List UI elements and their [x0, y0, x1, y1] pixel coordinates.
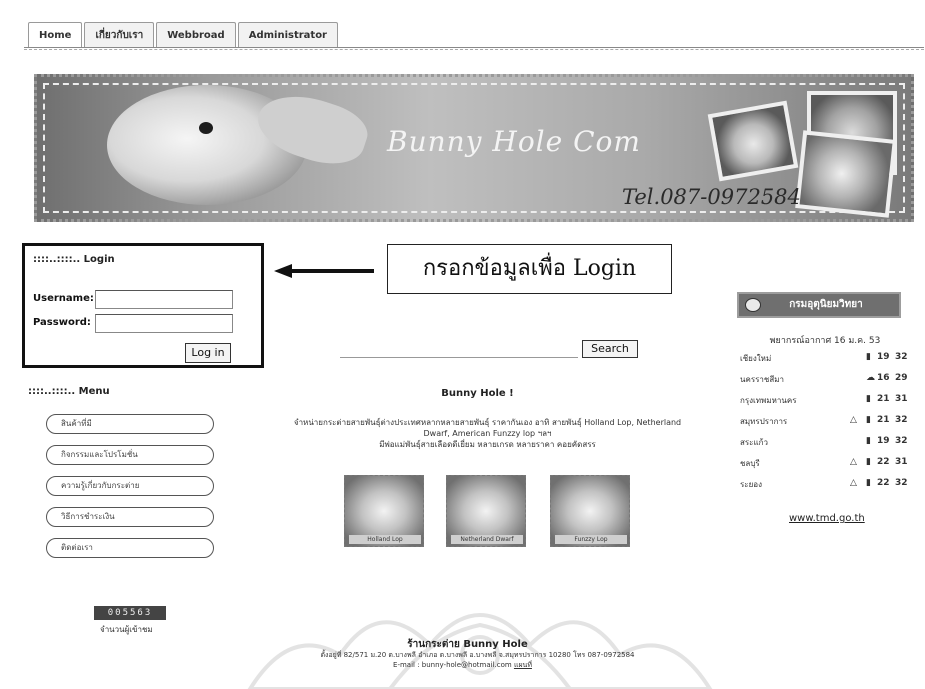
thermometer-icon: ▮ [866, 352, 871, 362]
thumbnail-caption: Holland Lop [349, 535, 421, 544]
thermometer-icon: ▮ [866, 394, 871, 404]
weather-row: สมุทรปราการ △ ▮ 21 32 [740, 415, 910, 429]
weather-city: ระยอง [740, 480, 762, 489]
weather-city: นครราชสีมา [740, 375, 784, 384]
weather-temp-min: 22 [877, 478, 890, 488]
login-title: ::::..::::.. Login [33, 254, 115, 265]
description-line: มีพ่อแม่พันธุ์สายเลือดดีเยี่ยม หลายเกรด … [379, 440, 596, 449]
thermometer-icon: ▮ [866, 457, 871, 467]
weather-city: ชลบุรี [740, 459, 760, 468]
thermometer-icon: ▮ [866, 415, 871, 425]
menu-item-knowledge[interactable]: ความรู้เกี่ยวกับกระต่าย [46, 476, 214, 496]
weather-temp-min: 22 [877, 457, 890, 467]
banner-stamp-photo [707, 100, 799, 182]
weather-temp-max: 32 [895, 478, 908, 488]
weather-row: นครราชสีมา ☁ 16 29 [740, 373, 910, 387]
banner-telephone: Tel.087-0972584 [622, 185, 801, 209]
weather-row: กรุงเทพมหานคร ▮ 21 31 [740, 394, 910, 408]
weather-temp-min: 19 [877, 352, 890, 362]
cloud-icon: ☁ [866, 373, 875, 383]
sun-icon: △ [850, 478, 857, 488]
visitor-counter: 005563 [94, 606, 166, 620]
weather-temp-max: 29 [895, 373, 908, 383]
weather-temp-min: 21 [877, 415, 890, 425]
tab-about[interactable]: เกี่ยวกับเรา [84, 22, 155, 48]
tmd-logo-icon [745, 298, 761, 312]
weather-city: กรุงเทพมหานคร [740, 396, 797, 405]
product-thumbnail[interactable]: Netherland Dwarf [446, 475, 526, 547]
product-thumbnail[interactable]: Holland Lop [344, 475, 424, 547]
content-description: จำหน่ายกระต่ายสายพันธุ์ต่างประเทศหลากหลา… [245, 417, 730, 450]
weather-temp-max: 32 [895, 352, 908, 362]
menu-item-contact[interactable]: ติดต่อเรา [46, 538, 214, 558]
map-link[interactable]: แผนที่ [514, 661, 532, 669]
thumbnail-caption: Funzzy Lop [555, 535, 627, 544]
sun-icon: △ [850, 415, 857, 425]
top-nav-tabs: Home เกี่ยวกับเรา Webbroad Administrator [28, 22, 340, 48]
footer-contact: E-mail : bunny-hole@hotmail.com แผนที่ [0, 660, 925, 671]
weather-temp-min: 21 [877, 394, 890, 404]
product-thumbnail[interactable]: Funzzy Lop [550, 475, 630, 547]
annotation-callout: กรอกข้อมูลเพื่อ Login [387, 244, 672, 294]
username-input[interactable] [95, 290, 233, 309]
weather-temp-min: 16 [877, 373, 890, 383]
thermometer-icon: ▮ [866, 436, 871, 446]
weather-row: ระยอง △ ▮ 22 32 [740, 478, 910, 492]
weather-date: พยากรณ์อากาศ 16 ม.ค. 53 [769, 336, 881, 346]
weather-row: เชียงใหม่ ▮ 19 32 [740, 352, 910, 366]
weather-header-label: กรมอุตุนิยมวิทยา [789, 299, 863, 310]
description-line: Dwarf, American Funzzy lop ฯลฯ [423, 429, 552, 438]
weather-row: ชลบุรี △ ▮ 22 31 [740, 457, 910, 471]
tab-administrator[interactable]: Administrator [237, 22, 338, 48]
weather-city: สมุทรปราการ [740, 417, 788, 426]
weather-city: สระแก้ว [740, 438, 768, 447]
password-label: Password: [33, 317, 91, 328]
password-input[interactable] [95, 314, 233, 333]
search-input[interactable] [340, 340, 578, 358]
footer-email: E-mail : bunny-hole@hotmail.com [393, 661, 512, 669]
weather-temp-min: 19 [877, 436, 890, 446]
visitor-counter-label: จำนวนผู้เข้าชม [100, 625, 153, 634]
banner-bunny-eye [199, 122, 213, 134]
menu-item-products[interactable]: สินค้าที่มี [46, 414, 214, 434]
menu-item-promotions[interactable]: กิจกรรมและโปรโมชั่น [46, 445, 214, 465]
menu-item-payment[interactable]: วิธีการชำระเงิน [46, 507, 214, 527]
login-panel: ::::..::::.. Login Username: Password: L… [22, 243, 264, 368]
weather-header[interactable]: กรมอุตุนิยมวิทยา [737, 292, 901, 318]
tab-webboard[interactable]: Webbroad [156, 22, 236, 48]
weather-temp-max: 32 [895, 436, 908, 446]
weather-city: เชียงใหม่ [740, 354, 772, 363]
weather-temp-max: 32 [895, 415, 908, 425]
tab-home[interactable]: Home [28, 22, 83, 48]
thumbnail-caption: Netherland Dwarf [451, 535, 523, 544]
sun-icon: △ [850, 457, 857, 467]
search-button[interactable]: Search [582, 340, 638, 358]
tmd-website-link[interactable]: www.tmd.go.th [789, 513, 865, 524]
weather-temp-max: 31 [895, 457, 908, 467]
tab-underline [24, 47, 924, 50]
arrow-left-icon [274, 264, 374, 278]
banner-stamp-photo [795, 130, 897, 218]
weather-row: สระแก้ว ▮ 19 32 [740, 436, 910, 450]
login-button[interactable]: Log in [185, 343, 231, 363]
username-label: Username: [33, 293, 94, 304]
description-line: จำหน่ายกระต่ายสายพันธุ์ต่างประเทศหลากหลา… [293, 418, 682, 427]
weather-temp-max: 31 [895, 394, 908, 404]
thermometer-icon: ▮ [866, 478, 871, 488]
site-banner: Bunny Hole Com Tel.087-0972584 [34, 74, 914, 222]
banner-title: Bunny Hole Com [387, 125, 641, 158]
